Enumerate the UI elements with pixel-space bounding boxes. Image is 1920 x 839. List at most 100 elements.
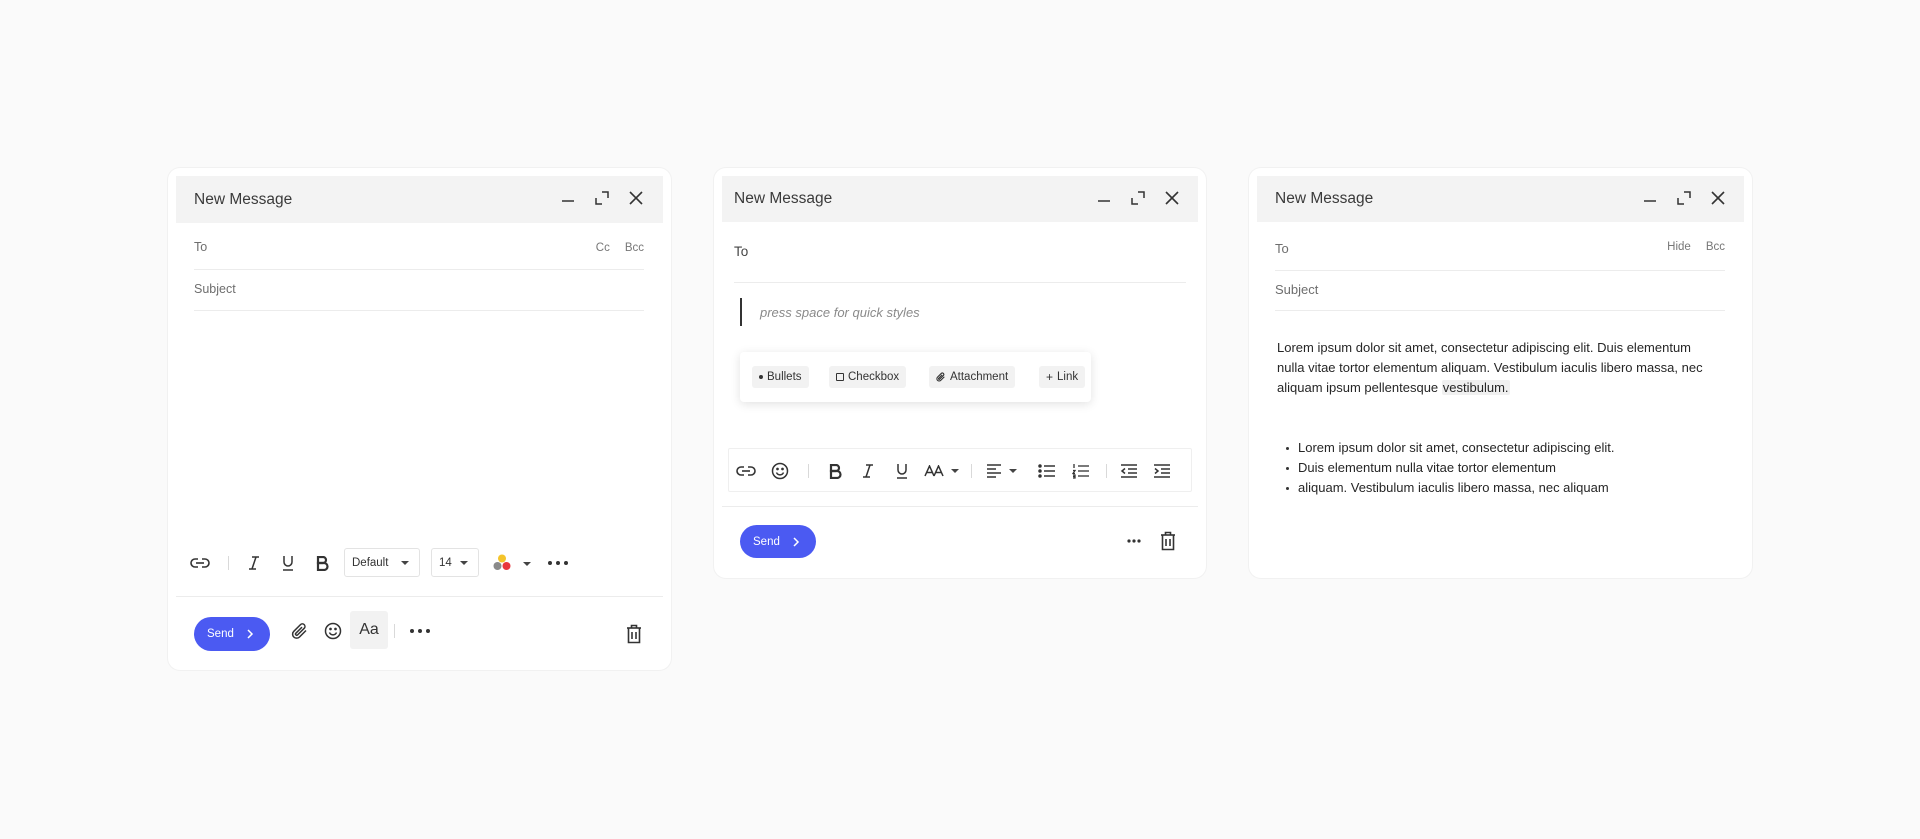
outdent-icon[interactable] bbox=[1117, 459, 1141, 483]
italic-icon[interactable] bbox=[242, 551, 266, 575]
more-options-icon[interactable] bbox=[1122, 529, 1146, 553]
subject-label: Subject bbox=[194, 282, 236, 296]
compose-window-3: New Message To Hide Bcc Subject Lorem ip… bbox=[1249, 168, 1752, 578]
to-field[interactable]: To bbox=[734, 244, 1186, 283]
close-icon[interactable] bbox=[1162, 188, 1182, 208]
align-left-icon[interactable] bbox=[982, 459, 1006, 483]
italic-icon[interactable] bbox=[856, 459, 880, 483]
checkbox-icon bbox=[836, 373, 844, 381]
window-title: New Message bbox=[734, 190, 833, 207]
bold-icon[interactable] bbox=[823, 459, 847, 483]
send-button[interactable]: Send bbox=[740, 525, 816, 558]
chip-label: Checkbox bbox=[848, 371, 900, 383]
subject-field[interactable]: Subject bbox=[194, 282, 644, 311]
chip-label: Link bbox=[1057, 371, 1079, 383]
link-icon[interactable] bbox=[734, 459, 758, 483]
text-cursor bbox=[740, 298, 742, 326]
plus-icon: + bbox=[1046, 370, 1054, 384]
chip-label: Attachment bbox=[950, 371, 1009, 383]
trash-icon[interactable] bbox=[622, 622, 646, 646]
font-size-dropdown[interactable]: 14 bbox=[431, 548, 479, 577]
to-label: To bbox=[1275, 241, 1289, 256]
emoji-icon[interactable] bbox=[768, 459, 792, 483]
window-title: New Message bbox=[1275, 190, 1374, 207]
indent-icon[interactable] bbox=[1150, 459, 1174, 483]
toolbar-divider-line bbox=[176, 596, 663, 597]
send-button[interactable]: Send bbox=[194, 617, 270, 651]
list-item: Duis elementum nulla vitae tortor elemen… bbox=[1277, 458, 1717, 478]
to-label: To bbox=[734, 244, 749, 259]
underline-icon[interactable] bbox=[276, 551, 300, 575]
send-label: Send bbox=[207, 628, 234, 640]
more-options-icon[interactable] bbox=[546, 551, 570, 575]
link-icon[interactable] bbox=[188, 551, 212, 575]
trash-icon[interactable] bbox=[1156, 529, 1180, 553]
bullet-list[interactable]: Lorem ipsum dolor sit amet, consectetur … bbox=[1277, 438, 1717, 498]
quick-style-link[interactable]: + Link bbox=[1039, 366, 1086, 388]
text-color-icon[interactable] bbox=[491, 551, 513, 575]
title-bar: New Message bbox=[1257, 176, 1744, 222]
attachment-icon bbox=[936, 372, 945, 382]
list-item: Lorem ipsum dolor sit amet, consectetur … bbox=[1277, 438, 1717, 458]
bullet-list-icon[interactable] bbox=[1035, 459, 1059, 483]
chip-label: Bullets bbox=[767, 371, 802, 383]
expand-icon[interactable] bbox=[1674, 188, 1694, 208]
title-bar: New Message bbox=[176, 176, 663, 223]
font-family-dropdown[interactable]: Default bbox=[344, 548, 420, 577]
chevron-down-icon bbox=[401, 561, 409, 565]
chevron-down-icon bbox=[460, 561, 468, 565]
compose-window-2: New Message To press space for quick sty… bbox=[714, 168, 1206, 578]
compose-window-1: New Message To Cc Bcc Subject Default 14… bbox=[168, 168, 671, 670]
underline-icon[interactable] bbox=[890, 459, 914, 483]
toolbar-divider bbox=[971, 464, 972, 478]
expand-icon[interactable] bbox=[592, 188, 612, 208]
formatting-toolbar bbox=[728, 448, 1192, 492]
quick-style-attachment[interactable]: Attachment bbox=[929, 366, 1016, 388]
message-body-paragraph[interactable]: Lorem ipsum dolor sit amet, consectetur … bbox=[1277, 338, 1717, 398]
toolbar-divider bbox=[1106, 464, 1107, 478]
minimize-icon[interactable] bbox=[558, 190, 578, 210]
quick-styles-popup: Bullets Checkbox Attachment + Link bbox=[740, 352, 1091, 402]
window-title: New Message bbox=[194, 190, 293, 208]
bold-icon[interactable] bbox=[310, 551, 334, 575]
font-family-value: Default bbox=[352, 556, 389, 569]
chevron-down-icon[interactable] bbox=[951, 469, 959, 473]
bullet-icon bbox=[759, 375, 763, 379]
quick-style-checkbox[interactable]: Checkbox bbox=[829, 366, 907, 388]
minimize-icon[interactable] bbox=[1640, 190, 1660, 210]
font-size-icon[interactable] bbox=[922, 459, 946, 483]
cc-button[interactable]: Cc bbox=[596, 242, 610, 254]
toolbar-divider bbox=[228, 556, 229, 570]
send-label: Send bbox=[753, 535, 780, 548]
chevron-down-icon[interactable] bbox=[523, 562, 531, 566]
more-options-icon[interactable] bbox=[408, 619, 432, 643]
to-field[interactable]: To Cc Bcc bbox=[194, 240, 644, 270]
expand-icon[interactable] bbox=[1128, 188, 1148, 208]
close-icon[interactable] bbox=[1708, 188, 1728, 208]
font-size-value: 14 bbox=[439, 556, 452, 569]
body-placeholder[interactable]: press space for quick styles bbox=[760, 305, 920, 320]
quick-style-bullets[interactable]: Bullets bbox=[752, 366, 809, 388]
text-style-button[interactable]: Aa bbox=[350, 611, 388, 649]
chevron-right-icon bbox=[247, 629, 254, 639]
close-icon[interactable] bbox=[626, 188, 646, 208]
attachment-icon[interactable] bbox=[288, 619, 312, 643]
highlighted-word: vestibulum. bbox=[1441, 380, 1510, 395]
list-item: aliquam. Vestibulum iaculis libero massa… bbox=[1277, 478, 1717, 498]
chevron-down-icon[interactable] bbox=[1009, 469, 1017, 473]
hide-button[interactable]: Hide bbox=[1667, 241, 1691, 253]
chevron-right-icon bbox=[793, 537, 800, 547]
subject-label: Subject bbox=[1275, 282, 1319, 297]
subject-field[interactable]: Subject bbox=[1275, 282, 1725, 311]
title-bar: New Message bbox=[722, 176, 1198, 222]
emoji-icon[interactable] bbox=[321, 619, 345, 643]
bcc-button[interactable]: Bcc bbox=[1706, 241, 1725, 253]
toolbar-divider bbox=[394, 624, 395, 638]
to-label: To bbox=[194, 240, 208, 254]
text-style-label: Aa bbox=[359, 621, 379, 638]
minimize-icon[interactable] bbox=[1094, 190, 1114, 210]
to-field[interactable]: To Hide Bcc bbox=[1275, 241, 1725, 271]
numbered-list-icon[interactable] bbox=[1069, 459, 1093, 483]
toolbar-divider-line bbox=[722, 506, 1198, 507]
bcc-button[interactable]: Bcc bbox=[625, 242, 644, 254]
